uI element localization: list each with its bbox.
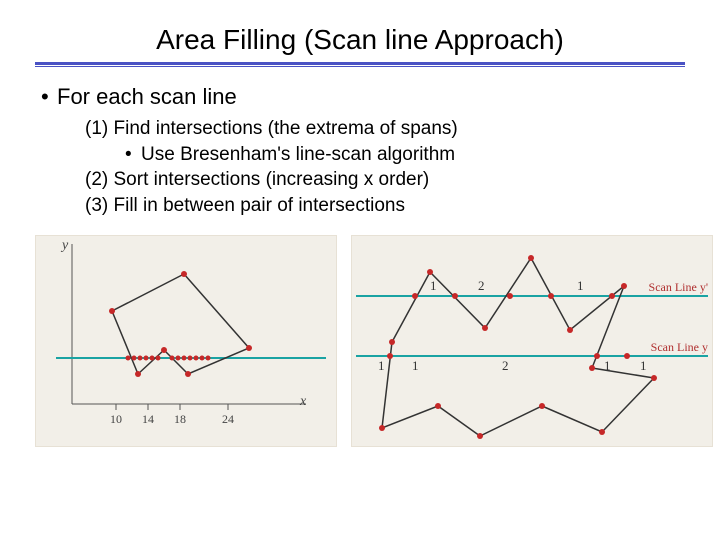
xlabel: x (300, 394, 306, 410)
tick-24: 24 (222, 412, 234, 427)
seg-lo-5: 1 (640, 358, 647, 374)
seg-lo-2: 1 (412, 358, 419, 374)
step-2: (2) Sort intersections (increasing x ord… (85, 167, 685, 193)
step-1a-text: Use Bresenham's line-scan algorithm (141, 144, 455, 165)
figure-left: y x 10 14 18 24 (35, 235, 337, 447)
seg-up-1: 1 (430, 278, 437, 294)
scan-line-yprime-label: Scan Line y' (649, 280, 708, 295)
step-1a: •Use Bresenham's line-scan algorithm (125, 142, 685, 168)
seg-up-3: 1 (577, 278, 584, 294)
tick-14: 14 (142, 412, 154, 427)
tick-10: 10 (110, 412, 122, 427)
figure-left-svg (36, 236, 336, 446)
ylabel: y (62, 238, 68, 254)
step-1: (1) Find intersections (the extrema of s… (85, 116, 685, 142)
title-ruler (35, 62, 685, 66)
figure-right: Scan Line y' Scan Line y 1 2 1 1 1 2 1 1 (351, 235, 713, 447)
tick-18: 18 (174, 412, 186, 427)
bullet-main-text: For each scan line (57, 84, 237, 109)
seg-lo-3: 2 (502, 358, 509, 374)
seg-up-2: 2 (478, 278, 485, 294)
step-3: (3) Fill in between pair of intersection… (85, 193, 685, 219)
seg-lo-1: 1 (378, 358, 385, 374)
seg-lo-4: 1 (604, 358, 611, 374)
bullet-main: •For each scan line (41, 84, 685, 110)
scan-line-y-label: Scan Line y (651, 340, 708, 355)
slide-title: Area Filling (Scan line Approach) (35, 24, 685, 56)
